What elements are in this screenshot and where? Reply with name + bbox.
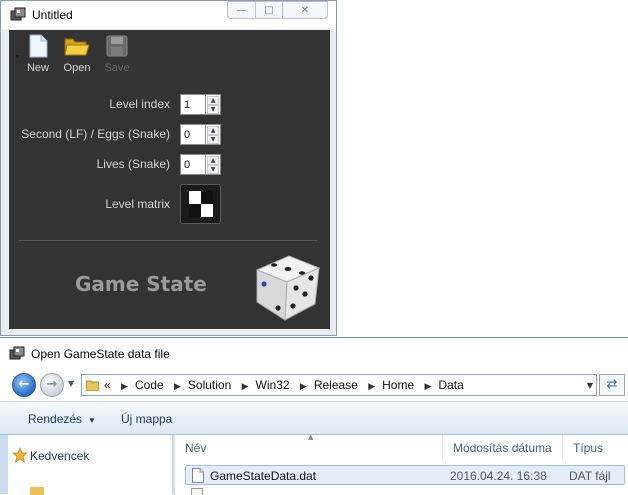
level-matrix-row: Level matrix <box>9 184 330 224</box>
spin-down-icon[interactable]: ▼ <box>207 135 219 144</box>
save-button[interactable]: Save <box>97 34 137 80</box>
breadcrumb: « ▶ Code ▶ Solution ▶ Win32 ▶ Release ▶ Home … <box>104 378 464 392</box>
spin-down-icon[interactable]: ▼ <box>207 165 219 174</box>
close-button[interactable]: ✕ <box>283 1 328 19</box>
address-dropdown-icon[interactable]: ▼ <box>587 381 593 390</box>
breadcrumb-item[interactable]: Home <box>382 378 414 392</box>
app-titlebar[interactable]: Untitled — □ ✕ <box>1 1 336 29</box>
address-row: ← → ▼ « ▶ Code ▶ Solution ▶ Win32 ▶ Release … <box>0 369 628 401</box>
game-state-logo-text: Game State <box>75 272 207 296</box>
minimize-icon: — <box>236 4 247 16</box>
lives-spinbox[interactable]: 0 ▲ ▼ <box>180 154 221 175</box>
toolbar: New Open Save <box>9 30 330 82</box>
new-label: New <box>26 62 49 74</box>
file-type: DAT fájl <box>569 469 611 483</box>
forward-button[interactable]: → <box>40 373 64 397</box>
column-header-type[interactable]: Típus <box>563 435 628 460</box>
column-header-name[interactable]: Név <box>175 435 443 460</box>
breadcrumb-item[interactable]: Data <box>438 378 463 392</box>
chevron-down-icon: ▼ <box>88 416 96 425</box>
spin-down-icon[interactable]: ▼ <box>207 105 219 114</box>
minimize-button[interactable]: — <box>227 1 256 19</box>
file-name: GameStateData.dat <box>210 469 317 483</box>
second-eggs-spin-buttons: ▲ ▼ <box>206 124 221 145</box>
open-folder-icon <box>64 38 90 56</box>
star-icon <box>12 447 28 463</box>
new-document-icon <box>29 34 48 58</box>
app-icon <box>10 7 26 21</box>
save-floppy-icon <box>106 35 128 57</box>
lives-spin-buttons: ▲ ▼ <box>206 154 221 175</box>
new-button[interactable]: New <box>18 34 58 80</box>
command-bar: Rendezés ▼ Új mappa <box>0 401 628 435</box>
breadcrumb-item[interactable]: Code <box>135 378 164 392</box>
second-eggs-label: Second (LF) / Eggs (Snake) <box>21 127 170 141</box>
lives-label: Lives (Snake) <box>96 157 170 171</box>
file-modified: 2016.04.24. 16:38 <box>450 469 547 483</box>
checker-matrix-icon <box>189 191 213 217</box>
divider <box>19 240 317 241</box>
breadcrumb-item[interactable]: Solution <box>188 378 231 392</box>
dialog-titlebar[interactable]: Open GameState data file <box>0 338 628 369</box>
back-button[interactable]: ← <box>12 373 36 397</box>
app-title: Untitled <box>32 8 73 22</box>
level-matrix-label: Level matrix <box>105 197 170 211</box>
second-eggs-spinbox[interactable]: 0 ▲ ▼ <box>180 124 221 145</box>
lives-row: Lives (Snake) 0 ▲ ▼ <box>9 154 330 176</box>
level-index-row: Level index 1 ▲ ▼ <box>9 94 330 116</box>
maximize-button[interactable]: □ <box>256 1 283 19</box>
close-icon: ✕ <box>300 4 310 16</box>
app-body: New Open Save Level index 1 ▲ ▼ Second (… <box>9 30 330 329</box>
spin-up-icon[interactable]: ▲ <box>207 126 219 135</box>
organize-label: Rendezés <box>28 412 83 426</box>
open-button[interactable]: Open <box>57 34 97 80</box>
navigation-pane: Kedvencek <box>8 435 172 495</box>
nav-item-favorites[interactable]: Kedvencek <box>30 449 89 463</box>
open-label: Open <box>63 62 91 74</box>
column-header-modified[interactable]: Módosítás dátuma <box>443 435 563 460</box>
second-eggs-input[interactable]: 0 <box>180 124 206 145</box>
refresh-button[interactable]: ⇄ <box>599 374 625 396</box>
level-index-spin-buttons: ▲ ▼ <box>206 94 221 115</box>
file-row[interactable]: GameStateData.dat 2016.04.24. 16:38 DAT … <box>185 465 625 485</box>
lives-input[interactable]: 0 <box>180 154 206 175</box>
second-eggs-row: Second (LF) / Eggs (Snake) 0 ▲ ▼ <box>9 124 330 146</box>
save-label: Save <box>104 62 130 74</box>
new-folder-button[interactable]: Új mappa <box>121 412 172 426</box>
file-icon <box>192 468 204 483</box>
level-matrix-button[interactable] <box>180 184 221 224</box>
breadcrumb-item[interactable]: Win32 <box>256 378 290 392</box>
spin-up-icon[interactable]: ▲ <box>207 156 219 165</box>
level-index-input[interactable]: 1 <box>180 94 206 115</box>
game-state-window: Untitled — □ ✕ New Open Save Level index… <box>0 0 337 336</box>
file-list: ▲ Név Módosítás dátuma Típus GameStateDa… <box>174 433 628 495</box>
address-bar[interactable]: « ▶ Code ▶ Solution ▶ Win32 ▶ Release ▶ Home … <box>81 374 597 396</box>
level-index-spinbox[interactable]: 1 ▲ ▼ <box>180 94 221 115</box>
dialog-title: Open GameState data file <box>31 347 170 361</box>
maximize-icon: □ <box>264 4 274 16</box>
spin-up-icon[interactable]: ▲ <box>207 96 219 105</box>
organize-menu[interactable]: Rendezés ▼ <box>28 412 96 426</box>
open-file-dialog: Open GameState data file ← → ▼ « ▶ Code ▶… <box>0 337 628 495</box>
breadcrumb-overflow[interactable]: « <box>104 378 111 392</box>
desktop-background <box>337 0 628 336</box>
arrow-left-icon: ← <box>18 377 30 392</box>
arrow-right-icon: → <box>46 377 58 392</box>
folder-icon <box>86 380 99 391</box>
refresh-icon: ⇄ <box>606 377 618 392</box>
dice-icon <box>255 255 321 321</box>
recent-locations-dropdown-icon[interactable]: ▼ <box>68 379 74 388</box>
app-icon <box>9 346 25 360</box>
level-index-label: Level index <box>109 97 170 111</box>
breadcrumb-item[interactable]: Release <box>314 378 358 392</box>
